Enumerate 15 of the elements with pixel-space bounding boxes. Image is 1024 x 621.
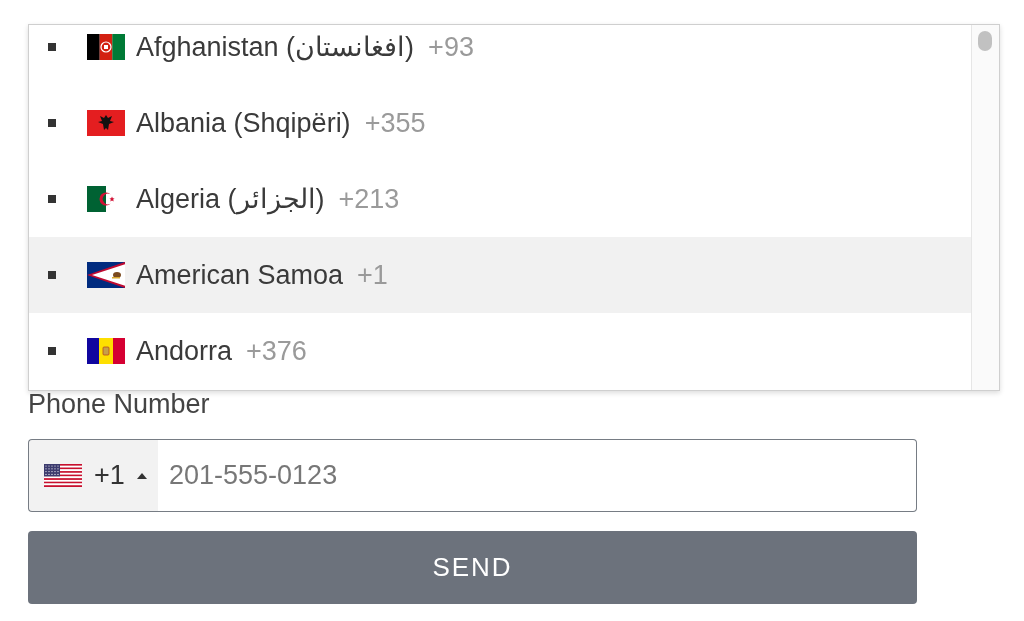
flag-icon <box>87 338 125 364</box>
field-label: Phone Number <box>28 391 210 418</box>
bullet-icon <box>48 43 56 51</box>
country-option[interactable]: American Samoa +1 <box>29 237 971 313</box>
flag-icon <box>87 34 125 60</box>
flag-icon <box>87 262 125 288</box>
country-option[interactable]: Andorra +376 <box>29 313 971 389</box>
bullet-icon <box>48 347 56 355</box>
bullet-icon <box>48 271 56 279</box>
send-button[interactable]: SEND <box>28 531 917 604</box>
flag-icon <box>87 110 125 136</box>
bullet-icon <box>48 195 56 203</box>
country-option[interactable]: Albania (Shqipëri) +355 <box>29 85 971 161</box>
scrollbar-thumb[interactable] <box>978 31 992 51</box>
bullet-icon <box>48 119 56 127</box>
